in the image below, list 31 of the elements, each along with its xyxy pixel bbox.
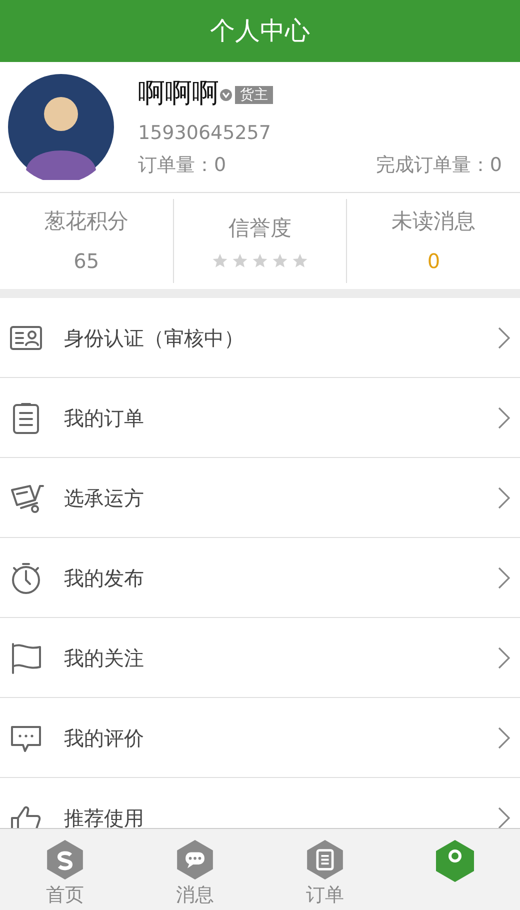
completed-order-count: 完成订单量：0	[376, 153, 502, 178]
chevron-icon	[498, 566, 510, 588]
menu-item[interactable]: 我的发布	[0, 538, 520, 618]
chevron-icon	[498, 646, 510, 668]
stat-label: 信誉度	[228, 215, 292, 242]
stat-value: 65	[74, 248, 100, 275]
star-icon	[252, 252, 268, 269]
star-icon	[212, 252, 228, 269]
chevron-icon	[498, 406, 510, 428]
menu-item[interactable]: 我的订单	[0, 378, 520, 458]
star-icon	[292, 252, 308, 269]
stat-label: 未读消息	[392, 208, 476, 236]
avatar-icon	[8, 74, 114, 180]
order-count: 订单量：0	[138, 153, 226, 178]
role-badge: 货主	[235, 86, 273, 104]
stat-value: 0	[427, 248, 440, 275]
star-icon	[232, 252, 248, 269]
menu-item[interactable]: 我的评价	[0, 698, 520, 778]
chevron-icon	[498, 326, 510, 348]
chevron-icon	[498, 486, 510, 508]
menu-item[interactable]: 我的关注	[0, 618, 520, 698]
chevron-icon	[498, 726, 510, 748]
phone-number: 15930645257	[138, 120, 272, 146]
page-title: 个人中心	[210, 15, 310, 48]
menu-item[interactable]: 身份认证（审核中）	[0, 298, 520, 378]
user-name: 啊啊啊	[138, 77, 219, 112]
star-icon	[272, 252, 288, 269]
user-icon	[433, 839, 477, 883]
stat-label: 葱花积分	[44, 208, 128, 236]
chevron-icon	[498, 806, 510, 828]
menu-item[interactable]: 选承运方	[0, 458, 520, 538]
